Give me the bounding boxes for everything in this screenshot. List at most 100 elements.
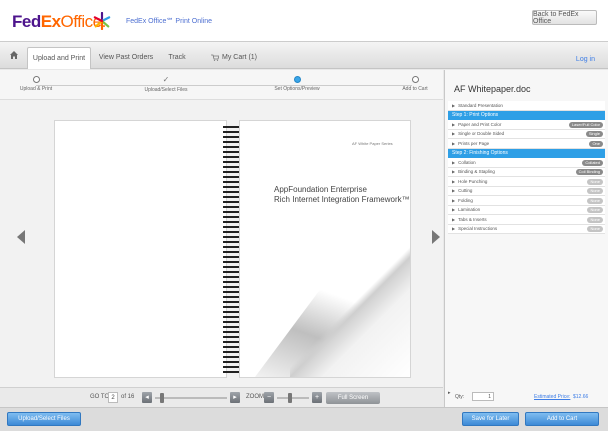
zoom-slider-handle[interactable] <box>288 393 292 403</box>
option-value-badge: None <box>587 207 603 213</box>
expand-triangle-icon: ▶ <box>452 216 456 222</box>
option-label: Step 2: Finishing Options <box>452 150 508 157</box>
home-icon[interactable] <box>9 50 19 60</box>
option-row[interactable]: ▶ Single or Double Sided Single <box>448 129 605 139</box>
tab-upload-and-print[interactable]: Upload and Print <box>27 47 91 69</box>
option-label: Special Instructions <box>458 226 498 232</box>
option-label: Hole Punching <box>458 178 488 184</box>
header: FedExOffice. FedEx Office℠ Print Online … <box>0 0 608 41</box>
estimated-price-link[interactable]: Estimated Price: <box>534 394 570 400</box>
option-row[interactable]: ▶ Binding & Stapling Coil Binding <box>448 167 605 177</box>
option-label: Cutting <box>458 188 473 194</box>
expand-triangle-icon: ▶ <box>452 188 456 194</box>
next-page-arrow-icon[interactable] <box>432 230 440 244</box>
zoom-slider[interactable] <box>277 397 309 399</box>
option-value-badge: Laser/Full Color <box>568 121 603 128</box>
page-slider-handle[interactable] <box>160 393 164 403</box>
step-set-options-preview[interactable]: Set Options/Preview <box>262 76 332 92</box>
back-to-fedex-office-button[interactable]: Back to FedEx Office <box>532 10 597 25</box>
option-row[interactable]: ▶ Lamination None <box>448 205 605 215</box>
goto-label: GO TO <box>90 394 110 400</box>
document-title-line-1: AppFoundation Enterprise <box>274 185 367 194</box>
option-row[interactable]: ▶ Standard Presentation <box>448 101 605 111</box>
upload-select-files-button[interactable]: Upload/Select Files <box>7 412 81 426</box>
section-header[interactable]: Step 1: Print Options <box>448 110 605 120</box>
tab-track[interactable]: Track <box>162 47 192 67</box>
logo-fed: Fed <box>12 12 41 31</box>
option-value-badge: Coil Binding <box>575 169 603 175</box>
fedex-office-logo[interactable]: FedExOffice. <box>12 12 106 32</box>
step-dot <box>32 76 40 83</box>
option-value-badge: One <box>589 140 603 147</box>
step-label: Upload & Print <box>19 86 53 92</box>
option-value-badge: None <box>587 178 603 185</box>
expand-triangle-icon: ▶ <box>452 140 456 146</box>
page-right: AF White Paper Series AppFoundation Ente… <box>239 120 411 378</box>
cart-icon <box>211 54 219 61</box>
zoom-in-button[interactable]: + <box>312 392 322 403</box>
expand-triangle-icon: ▶ <box>452 226 456 232</box>
option-row[interactable]: ▶ Collation Collated <box>448 158 605 168</box>
zoom-label: ZOOM <box>246 394 264 400</box>
option-row[interactable]: ▶ Hole Punching None <box>448 177 605 187</box>
option-label: Binding & Stapling <box>458 169 495 175</box>
quantity-input[interactable]: 1 <box>472 392 494 401</box>
page-slider[interactable] <box>155 397 227 399</box>
step-add-to-cart[interactable]: Add to Cart <box>380 76 450 92</box>
step-upload-select-files[interactable]: ✓ Upload/Select Files <box>131 75 201 94</box>
step-upload-and-print[interactable]: Upload & Print <box>1 76 71 92</box>
expand-triangle-icon: ▶ <box>452 159 456 165</box>
full-screen-button[interactable]: Full Screen <box>326 392 380 404</box>
expand-triangle-icon: ▶ <box>452 102 456 108</box>
quantity-row: ▸ Qty: 1 Estimated Price: $12.66 <box>448 390 604 404</box>
expand-triangle-icon: ▶ <box>452 178 456 184</box>
option-value-badge: None <box>587 216 603 223</box>
viewer-controls: GO TO 2 of 16 ◂ ▸ ZOOM − + Full Screen <box>0 387 443 407</box>
expand-triangle-icon: ▶ <box>452 207 456 213</box>
page-curl[interactable] <box>290 247 410 377</box>
option-label: Step 1: Print Options <box>452 112 499 119</box>
option-label: Lamination <box>458 207 481 213</box>
qty-label: Qty: <box>455 394 465 400</box>
page-left <box>54 120 227 378</box>
expand-triangle-icon: ▶ <box>452 121 456 127</box>
save-for-later-button[interactable]: Save for Later <box>462 412 519 426</box>
option-row[interactable]: ▶ Tabs & Inserts None <box>448 215 605 225</box>
previous-page-arrow-icon[interactable] <box>17 230 25 244</box>
option-row[interactable]: ▶ Paper and Print Color Laser/Full Color <box>448 120 605 130</box>
option-row[interactable]: ▶ Special Instructions None <box>448 224 605 234</box>
option-label: Prints per Page <box>458 140 490 146</box>
option-row[interactable]: ▶ Prints per Page One <box>448 139 605 149</box>
logo-ex: Ex <box>40 12 61 31</box>
page-total: of 16 <box>121 394 135 400</box>
tab-view-past-orders[interactable]: View Past Orders <box>96 47 156 67</box>
checkmark-icon: ✓ <box>162 75 170 84</box>
document-series: AF White Paper Series <box>352 141 393 146</box>
option-row[interactable]: ▶ Folding None <box>448 196 605 206</box>
expand-triangle-icon: ▶ <box>452 169 456 175</box>
tab-my-cart[interactable]: My Cart (1) <box>205 47 263 67</box>
coil-binding <box>223 126 239 374</box>
estimated-price-value: $12.66 <box>573 394 589 400</box>
zoom-out-button[interactable]: − <box>264 392 274 403</box>
option-value-badge: Collated <box>582 159 603 166</box>
star-icon <box>93 12 111 30</box>
expand-triangle-icon: ▸ <box>448 390 451 396</box>
page-forward-button[interactable]: ▸ <box>230 392 240 403</box>
step-dot <box>411 76 419 83</box>
add-to-cart-button[interactable]: Add to Cart <box>525 412 599 426</box>
option-label: Collation <box>458 159 476 165</box>
tab-my-cart-label: My Cart (1) <box>222 53 257 61</box>
bottom-action-bar: Upload/Select Files Save for Later Add t… <box>0 407 608 431</box>
progress-steps: Upload & Print ✓ Upload/Select Files Set… <box>0 70 443 100</box>
option-label: Standard Presentation <box>458 102 503 108</box>
section-header[interactable]: Step 2: Finishing Options <box>448 148 605 158</box>
tagline-link[interactable]: FedEx Office℠ Print Online <box>126 17 212 25</box>
option-value-badge: None <box>587 197 603 204</box>
option-label: Single or Double Sided <box>458 131 505 137</box>
option-row[interactable]: ▶ Cutting None <box>448 186 605 196</box>
page-back-button[interactable]: ◂ <box>142 392 152 403</box>
step-label: Set Options/Preview <box>274 86 320 92</box>
page-number-input[interactable]: 2 <box>108 392 118 403</box>
login-link[interactable]: Log in <box>576 56 595 63</box>
